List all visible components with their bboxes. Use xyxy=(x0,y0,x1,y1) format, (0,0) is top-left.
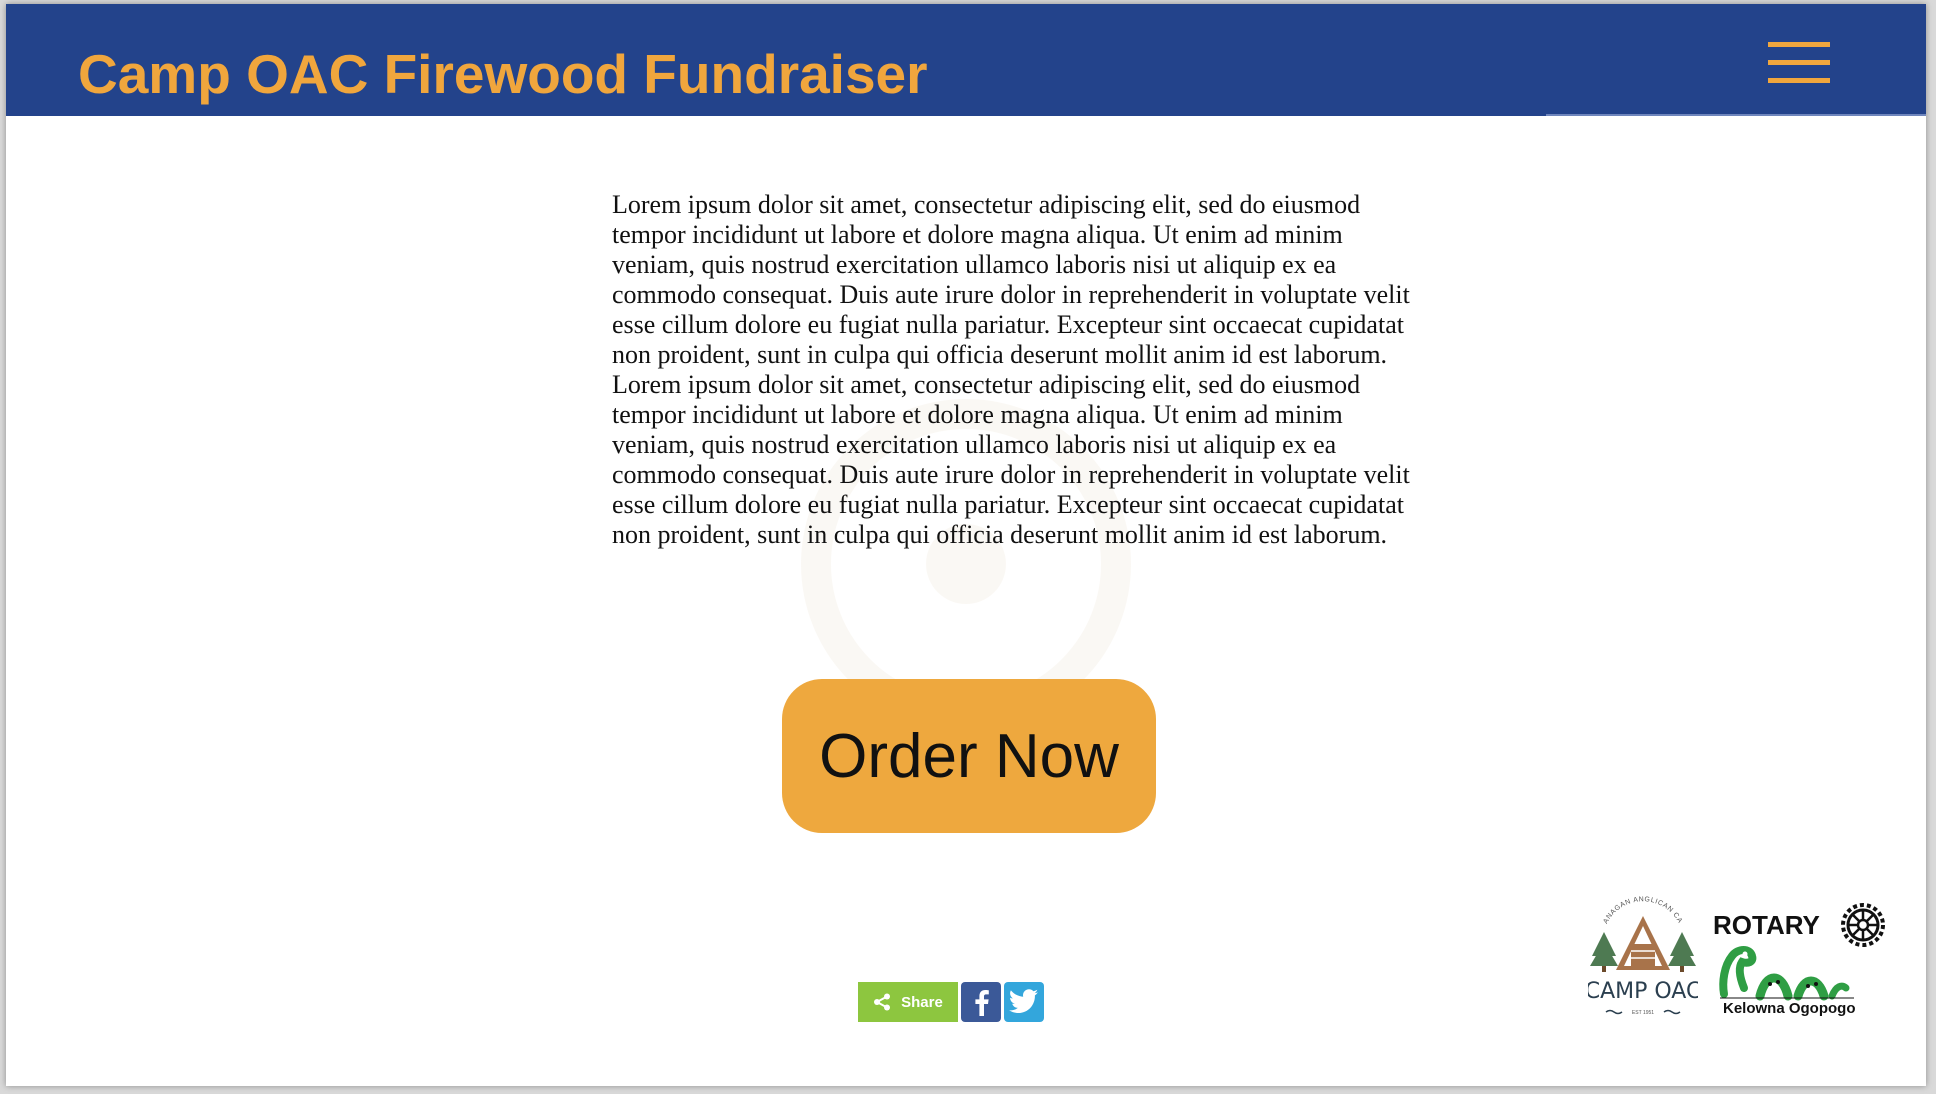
twitter-icon xyxy=(1009,989,1038,1013)
share-label: Share xyxy=(901,993,943,1011)
rotary-title: ROTARY xyxy=(1713,910,1820,940)
camp-logo-arc-text: OKANAGAN ANGLICAN CAMP xyxy=(1588,890,1683,925)
rotary-caption: Kelowna Ogopogo xyxy=(1723,1000,1856,1017)
header-underline xyxy=(1546,114,1926,116)
twitter-share-button[interactable] xyxy=(1004,982,1044,1022)
intro-text: Lorem ipsum dolor sit amet, consectetur … xyxy=(612,190,1410,549)
camp-logo-name: CAMP OAC xyxy=(1588,979,1698,1004)
share-icon xyxy=(874,993,891,1011)
facebook-share-button[interactable] xyxy=(961,982,1001,1022)
page-title: Camp OAC Firewood Fundraiser xyxy=(78,43,928,105)
ogopogo-serpent-icon xyxy=(1719,946,1854,1001)
social-share-bar: Share xyxy=(858,982,1044,1022)
order-now-button[interactable]: Order Now xyxy=(782,679,1156,833)
hamburger-menu-button[interactable] xyxy=(1768,42,1830,84)
camp-logo-est: EST 1951 xyxy=(1632,1010,1654,1016)
hamburger-menu-icon xyxy=(1768,42,1830,47)
camp-oac-logo: OKANAGAN ANGLICAN CAMP CAMP OAC EST 1951 xyxy=(1588,890,1698,1016)
share-button[interactable]: Share xyxy=(858,982,958,1022)
facebook-icon xyxy=(975,990,989,1016)
site-header: Camp OAC Firewood Fundraiser xyxy=(6,4,1926,116)
page-frame: Camp OAC Firewood Fundraiser Lorem ipsum… xyxy=(6,4,1926,1086)
rotary-kelowna-ogopogo-logo: ROTARY Kelowna Ogopogo xyxy=(1710,892,1890,1020)
sponsor-logos: OKANAGAN ANGLICAN CAMP CAMP OAC EST 1951… xyxy=(1588,890,1888,1020)
